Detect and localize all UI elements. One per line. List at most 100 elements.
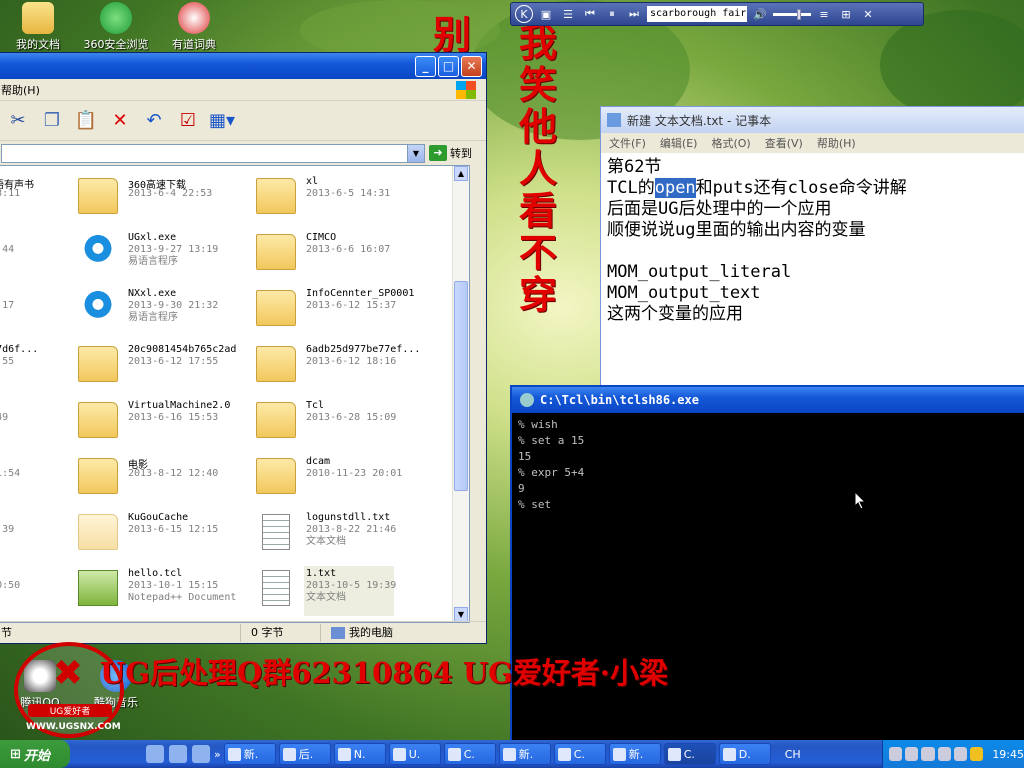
file-item[interactable]: hello.tcl 2013-10-1 15:15 Notepad++ Docume… <box>78 566 248 616</box>
file-meta-line: 2013-6-12 17:55 <box>128 356 219 367</box>
paste-icon[interactable]: 📋 <box>73 108 99 134</box>
taskbar-item[interactable]: N. <box>333 743 386 765</box>
file-item[interactable]: Tcl 2013-6-28 15:09 <box>256 398 426 448</box>
file-item[interactable]: InfoCennter_SP0001 2013-6-12 15:37 <box>256 286 426 336</box>
taskbar-item[interactable]: C. <box>553 743 606 765</box>
pause-icon[interactable]: ⏸ <box>603 5 621 23</box>
close-icon[interactable]: ✕ <box>859 5 877 23</box>
file-item[interactable]: 1.txt 2013-10-5 19:39 文本文档 <box>256 566 426 616</box>
text-line: MOM_output_literal <box>607 262 792 282</box>
properties-icon[interactable]: ☑ <box>175 108 201 134</box>
notepad-text-area[interactable]: 第62节 TCL的open和puts还有close命令讲解 后面是UG后处理中的一个… <box>601 153 1024 385</box>
file-item[interactable]: 20c9081454b765c2ad 2013-6-12 17:55 <box>78 342 248 392</box>
tray-network-icon[interactable] <box>889 747 903 761</box>
file-meta-line: -23 21:54 <box>0 468 21 479</box>
file-item[interactable]: 16 12:39 <box>0 510 86 560</box>
minimize-button[interactable]: _ <box>415 55 436 77</box>
file-item[interactable]: 360高速下载 2013-6-4 22:53 <box>78 174 248 224</box>
menu-edit[interactable]: 编辑(E) <box>660 135 698 151</box>
volume-icon[interactable]: 🔊 <box>751 5 769 23</box>
quicklaunch-ie-icon[interactable] <box>146 745 164 763</box>
file-meta: 2013-6-28 15:09 <box>306 412 396 424</box>
tray-kmplayer-icon[interactable] <box>905 747 919 761</box>
tray-volume-icon[interactable] <box>937 747 951 761</box>
desktop-icon-360-browser[interactable]: 360安全浏览 <box>78 2 154 52</box>
quicklaunch-media-icon[interactable] <box>192 745 210 763</box>
360-browser-icon <box>100 2 132 34</box>
file-name: 9e8ca7d6f... <box>0 344 39 355</box>
menu-format[interactable]: 格式(O) <box>711 135 750 151</box>
volume-slider[interactable] <box>773 8 811 20</box>
console-output[interactable]: % wish% set a 15 15% expr 5+4 9% set <box>512 413 1024 517</box>
views-icon[interactable]: ▦▾ <box>209 108 235 134</box>
tray-360-icon[interactable] <box>953 747 968 761</box>
tray-plus-icon[interactable] <box>970 747 984 761</box>
maximize-button[interactable]: □ <box>438 55 459 77</box>
file-item[interactable]: logunstdll.txt 2013-8-22 21:46 文本文档 <box>256 510 426 560</box>
file-item[interactable]: -2 23:44 <box>0 230 86 280</box>
tray-security-icon[interactable] <box>921 747 935 761</box>
file-item[interactable]: VirtualMachine2.0 2013-6-16 15:53 <box>78 398 248 448</box>
vertical-scrollbar[interactable]: ▲ ▼ <box>452 166 469 622</box>
close-button[interactable]: ✕ <box>461 55 482 77</box>
taskbar-item-active[interactable]: C. <box>663 743 716 765</box>
mini-icon[interactable]: ▣ <box>537 5 555 23</box>
eq-icon[interactable]: ≡ <box>815 5 833 23</box>
chevron-right-icon[interactable]: » <box>214 748 221 761</box>
address-input[interactable]: ▼ <box>1 143 425 163</box>
file-item[interactable]: 电影 2013-8-12 12:40 <box>78 454 248 504</box>
menu-view[interactable]: 查看(V) <box>765 135 803 151</box>
file-item[interactable]: eat英语有声书-22 23:11 <box>0 174 86 224</box>
volume-handle[interactable] <box>797 8 801 20</box>
language-indicator[interactable]: CH <box>785 748 801 761</box>
start-button[interactable]: ⊞ 开始 <box>0 740 70 768</box>
file-item[interactable]: NXxl.exe 2013-9-30 21:32 易语言程序 <box>78 286 248 336</box>
file-item[interactable]: CIMCO 2013-6-6 16:07 <box>256 230 426 280</box>
menu-help[interactable]: 帮助(H) <box>817 135 856 151</box>
quicklaunch-desktop-icon[interactable] <box>169 745 187 763</box>
file-item[interactable]: 经-22 20:50 <box>0 566 86 616</box>
go-arrow-icon: ➜ <box>429 145 447 161</box>
file-meta-line: 易语言程序 <box>128 312 178 323</box>
delete-icon[interactable]: ✕ <box>107 108 133 134</box>
taskbar-item[interactable]: C. <box>443 743 496 765</box>
file-item[interactable]: 9e8ca7d6f...12 17:55 <box>0 342 86 392</box>
file-item[interactable]: UGxl.exe 2013-9-27 13:19 易语言程序 <box>78 230 248 280</box>
next-icon[interactable]: ⏭ <box>625 5 643 23</box>
mode-icon[interactable]: ⊞ <box>837 5 855 23</box>
folder-icon <box>256 178 296 214</box>
menu-file[interactable]: 文件(F) <box>609 135 646 151</box>
notepad-titlebar[interactable]: 新建 文本文档.txt - 记事本 <box>601 107 1024 133</box>
file-item[interactable]: -9 22:17 <box>0 286 86 336</box>
menu-help[interactable]: 帮助(H) <box>1 82 40 98</box>
taskbar-item[interactable]: U. <box>388 743 441 765</box>
file-item[interactable]: 6adb25d977be77ef... 2013-6-12 18:16 <box>256 342 426 392</box>
file-item[interactable]: KuGouCache 2013-6-15 12:15 <box>78 510 248 560</box>
taskbar-item[interactable]: 新. <box>498 743 551 765</box>
console-titlebar[interactable]: C:\Tcl\bin\tclsh86.exe <box>512 387 1024 413</box>
desktop-icon-my-documents[interactable]: 我的文档 <box>0 2 76 52</box>
scroll-down-icon[interactable]: ▼ <box>454 607 468 622</box>
prev-icon[interactable]: ⏮ <box>581 5 599 23</box>
chevron-down-icon[interactable]: ▼ <box>407 144 424 162</box>
undo-icon[interactable]: ↶ <box>141 108 167 134</box>
file-item[interactable]: drm14 0:49 <box>0 398 86 448</box>
go-button[interactable]: ➜ 转到 <box>429 145 486 161</box>
cut-icon[interactable]: ✂ <box>5 108 31 134</box>
scroll-up-icon[interactable]: ▲ <box>454 166 468 181</box>
taskbar-item[interactable]: D. <box>718 743 771 765</box>
file-meta: -9 22:17 <box>0 300 14 312</box>
taskbar-item[interactable]: 新. <box>608 743 661 765</box>
file-item[interactable]: xl 2013-6-5 14:31 <box>256 174 426 224</box>
scroll-thumb[interactable] <box>454 281 468 491</box>
desktop-icon-youdao[interactable]: 有道词典 <box>156 2 232 52</box>
file-item[interactable]: dcam 2010-11-23 20:01 <box>256 454 426 504</box>
playlist-icon[interactable]: ☰ <box>559 5 577 23</box>
taskbar-item[interactable]: 新. <box>223 743 276 765</box>
copy-icon[interactable]: ❐ <box>39 108 65 134</box>
k-logo-icon[interactable]: K <box>515 5 533 23</box>
taskbar-item[interactable]: 后. <box>278 743 331 765</box>
file-item[interactable]: txt-23 21:54当 <box>0 454 86 504</box>
folder-icon <box>78 514 118 550</box>
explorer-titlebar[interactable]: _ □ ✕ <box>0 53 486 79</box>
